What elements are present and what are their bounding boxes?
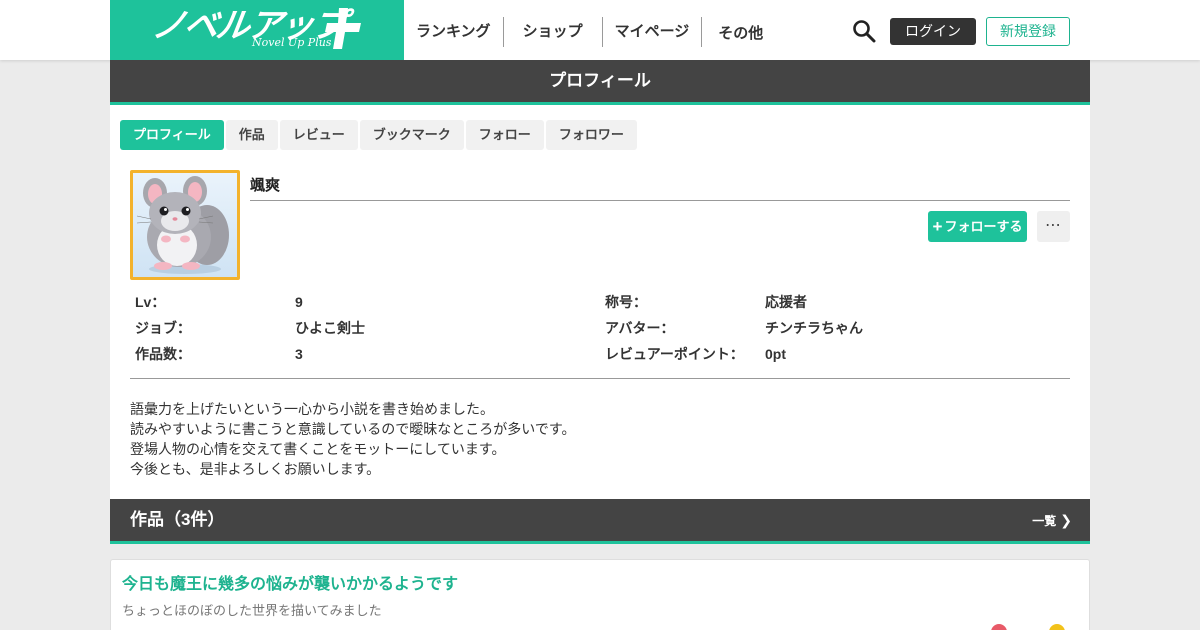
stat-reviewer-points-value: 0pt [765, 346, 786, 362]
logo-plus-icon [325, 8, 361, 49]
bio-line: 今後とも、是非よろしくお願いします。 [130, 461, 381, 477]
username: 颯爽 [250, 174, 1070, 201]
nav-mypage[interactable]: マイページ [603, 17, 703, 47]
profile-section-title: プロフィール [110, 60, 1090, 105]
stat-reviewer-points-label: レビュアーポイント： [605, 346, 744, 362]
tab-follow[interactable]: フォロー [465, 120, 544, 150]
site-logo[interactable]: ノベルアップ Novel Up Plus [110, 0, 404, 60]
stat-title-value: 応援者 [765, 294, 807, 310]
works-list-link[interactable]: 一覧 ❯ [1032, 499, 1072, 542]
nav-ranking[interactable]: ランキング [404, 17, 504, 47]
works-section-header: 作品（3件） 一覧 ❯ [110, 499, 1090, 544]
logo-subtext: Novel Up Plus [252, 36, 332, 49]
stat-job-value: ひよこ剣士 [295, 320, 365, 336]
tab-profile[interactable]: プロフィール [120, 120, 224, 150]
bio-line: 語彙力を上げたいという一心から小説を書き始めました。 [130, 401, 494, 417]
profile-panel: プロフィール プロフィール 作品 レビュー ブックマーク フォロー フォロワー [110, 60, 1090, 500]
avatar [130, 170, 240, 280]
stat-level-label: Lv： [135, 294, 166, 310]
main-nav: ランキング ショップ マイページ その他 [404, 0, 779, 60]
plus-icon: + [932, 217, 943, 236]
tab-reviews[interactable]: レビュー [279, 120, 358, 150]
login-button[interactable]: ログイン [890, 18, 976, 45]
bio-line: 登場人物の心情を交えて書くことをモットーにしています。 [130, 441, 506, 457]
profile-tabs: プロフィール 作品 レビュー ブックマーク フォロー フォロワー [120, 120, 637, 150]
register-button[interactable]: 新規登録 [986, 17, 1070, 46]
search-icon[interactable] [852, 19, 876, 43]
stat-avatar-value: チンチラちゃん [765, 320, 863, 336]
stats-divider [130, 378, 1070, 379]
tab-bookmarks[interactable]: ブックマーク [359, 120, 464, 150]
works-section-title: 作品（3件） [130, 510, 225, 529]
profile-bio: 語彙力を上げたいという一心から小説を書き始めました。 読みやすいように書こうと意… [130, 399, 575, 479]
tab-followers[interactable]: フォロワー [545, 120, 637, 150]
work-title-link[interactable]: 今日も魔王に幾多の悩みが襲いかかるようです [122, 570, 458, 594]
follow-button[interactable]: + フォローする [928, 211, 1027, 242]
chinchilla-avatar-image [136, 176, 229, 274]
bio-line: 読みやすいように書こうと意識しているので曖昧なところが多いです。 [130, 421, 576, 437]
stat-avatar-label: アバター： [605, 320, 675, 336]
work-description: ちょっとほのぼのした世界を描いてみました [122, 603, 382, 618]
works-list-link-label: 一覧 [1032, 514, 1057, 528]
stat-works-count-label: 作品数： [135, 346, 191, 362]
nav-other[interactable]: その他 [702, 19, 779, 49]
work-card[interactable]: 今日も魔王に幾多の悩みが襲いかかるようです ちょっとほのぼのした世界を描いてみま… [110, 559, 1090, 630]
stat-works-count-value: 3 [295, 346, 303, 362]
follow-button-label: フォローする [944, 219, 1023, 234]
more-options-button[interactable]: ⋯ [1037, 211, 1070, 242]
work-badge-icon [991, 624, 1007, 630]
tab-works[interactable]: 作品 [225, 120, 278, 150]
work-badge-icon [1049, 624, 1065, 630]
stat-job-label: ジョブ： [135, 320, 191, 336]
stat-title-label: 称号： [605, 294, 647, 310]
chevron-right-icon: ❯ [1060, 512, 1072, 528]
nav-shop[interactable]: ショップ [504, 17, 603, 47]
site-header: ノベルアップ Novel Up Plus ランキング ショップ マイページ その… [0, 0, 1200, 60]
stat-level-value: 9 [295, 294, 303, 310]
